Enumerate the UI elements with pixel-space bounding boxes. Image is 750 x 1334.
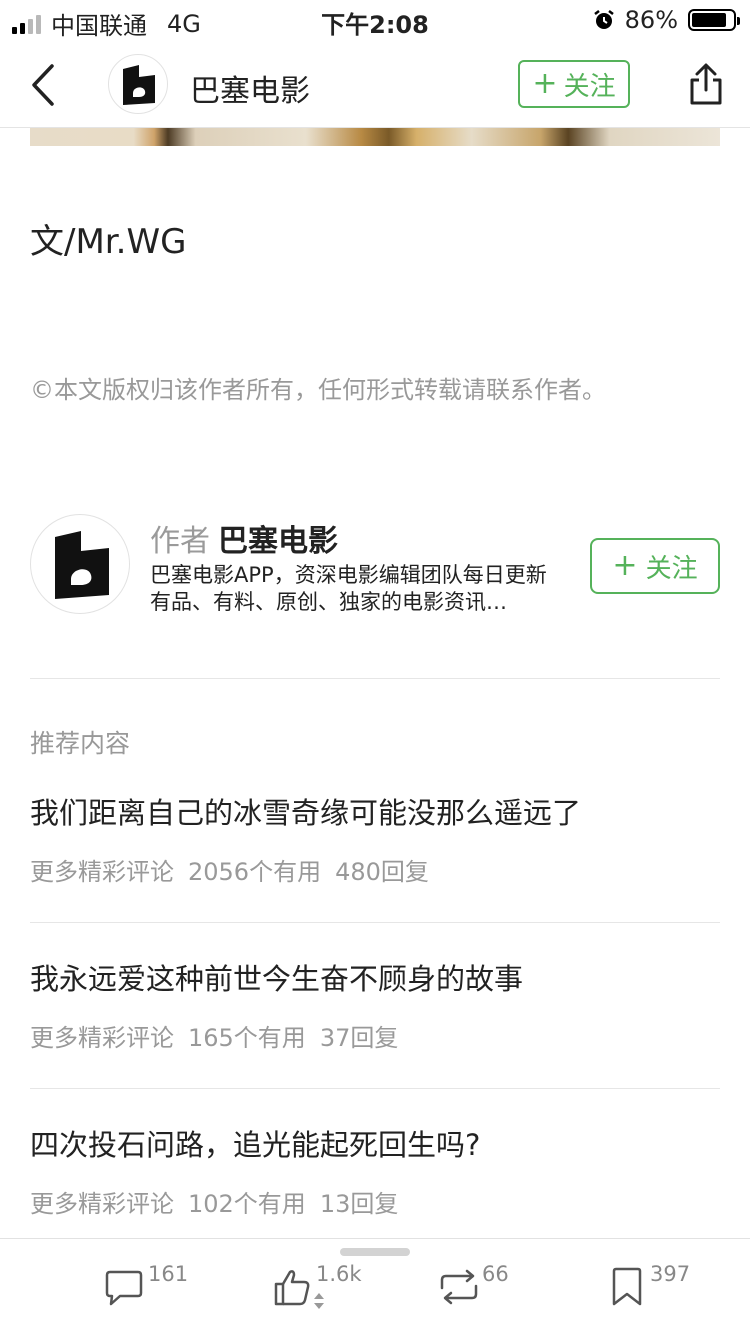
recommend-item-replies: 13回复	[319, 1190, 399, 1218]
divider	[30, 922, 720, 923]
recommend-title: 推荐内容	[30, 729, 131, 758]
comment-icon	[105, 1270, 143, 1306]
recommend-item-title[interactable]: 四次投石问路，追光能起死回生吗?	[30, 1122, 720, 1164]
recommend-item-meta: 更多精彩评论 165个有用 37回复	[30, 1018, 720, 1053]
channel-logo-icon	[123, 65, 155, 105]
like-icon	[274, 1270, 310, 1306]
recommend-item-meta: 更多精彩评论 102个有用 13回复	[30, 1184, 720, 1219]
comment-button[interactable]: 161	[104, 1262, 194, 1312]
page: 中国联通 4G 下午2:08 86% 巴塞电影 + 关注 文/Mr.WG ©本文…	[0, 0, 750, 1334]
recommend-item[interactable]: 四次投石问路，追光能起死回生吗? 更多精彩评论 102个有用 13回复	[30, 1122, 720, 1219]
back-icon[interactable]	[24, 60, 64, 110]
like-button[interactable]: 1.6k	[272, 1262, 372, 1312]
repost-icon	[440, 1269, 478, 1305]
status-right: 86%	[593, 6, 740, 34]
divider	[30, 1088, 720, 1089]
alarm-icon	[593, 10, 614, 29]
comment-count: 161	[148, 1262, 189, 1286]
bookmark-icon	[612, 1267, 642, 1306]
recommend-item[interactable]: 我们距离自己的冰雪奇缘可能没那么遥远了 更多精彩评论 2056个有用 480回复	[30, 790, 720, 887]
bookmark-button[interactable]: 397	[610, 1262, 700, 1312]
recommend-item-tag: 更多精彩评论	[30, 858, 174, 886]
author-label: 作者	[150, 524, 210, 559]
vote-arrows-icon[interactable]	[312, 1290, 326, 1312]
recommend-item-useful: 165个有用	[188, 1024, 306, 1052]
recommend-item-useful: 102个有用	[188, 1190, 306, 1218]
battery-icon	[688, 9, 740, 31]
recommend-item-title[interactable]: 我们距离自己的冰雪奇缘可能没那么遥远了	[30, 790, 720, 832]
copyright-notice: ©本文版权归该作者所有，任何形式转载请联系作者。	[30, 376, 606, 404]
author-description: 巴塞电影APP，资深电影编辑团队每日更新有品、有料、原创、独家的电影资讯…	[150, 563, 547, 614]
battery-percent: 86%	[624, 6, 678, 34]
repost-count: 66	[482, 1262, 509, 1286]
repost-button[interactable]: 66	[436, 1262, 526, 1312]
author-name[interactable]: 巴塞电影	[218, 524, 338, 559]
recommend-item-useful: 2056个有用	[188, 858, 322, 886]
follow-button[interactable]: + 关注	[518, 60, 630, 108]
article-image	[30, 128, 720, 146]
recommend-item-replies: 480回复	[335, 858, 429, 886]
bookmark-count: 397	[650, 1262, 691, 1286]
recommend-item[interactable]: 我永远爱这种前世今生奋不顾身的故事 更多精彩评论 165个有用 37回复	[30, 956, 720, 1053]
author-header: 作者 巴塞电影	[150, 516, 338, 560]
follow-button-label: 关注	[563, 71, 616, 102]
author-avatar[interactable]	[30, 514, 130, 614]
author-logo-icon	[55, 531, 109, 599]
follow-plus-icon: +	[612, 548, 638, 583]
nav-bar: 巴塞电影 + 关注	[0, 42, 750, 128]
recommend-item-title[interactable]: 我永远爱这种前世今生奋不顾身的故事	[30, 956, 720, 998]
recommend-item-tag: 更多精彩评论	[30, 1190, 174, 1218]
article-byline: 文/Mr.WG	[30, 222, 187, 262]
recommend-item-tag: 更多精彩评论	[30, 1024, 174, 1052]
divider	[30, 678, 720, 679]
status-bar: 中国联通 4G 下午2:08 86%	[0, 0, 750, 42]
recommend-item-meta: 更多精彩评论 2056个有用 480回复	[30, 852, 720, 887]
follow-plus-icon: +	[532, 66, 558, 101]
like-count: 1.6k	[316, 1262, 362, 1286]
share-icon[interactable]	[688, 62, 724, 106]
scroll-handle[interactable]	[340, 1248, 410, 1256]
channel-avatar[interactable]	[108, 54, 168, 114]
author-follow-button[interactable]: + 关注	[590, 538, 720, 594]
recommend-item-replies: 37回复	[319, 1024, 399, 1052]
author-follow-label: 关注	[645, 553, 698, 584]
nav-title[interactable]: 巴塞电影	[190, 66, 310, 110]
